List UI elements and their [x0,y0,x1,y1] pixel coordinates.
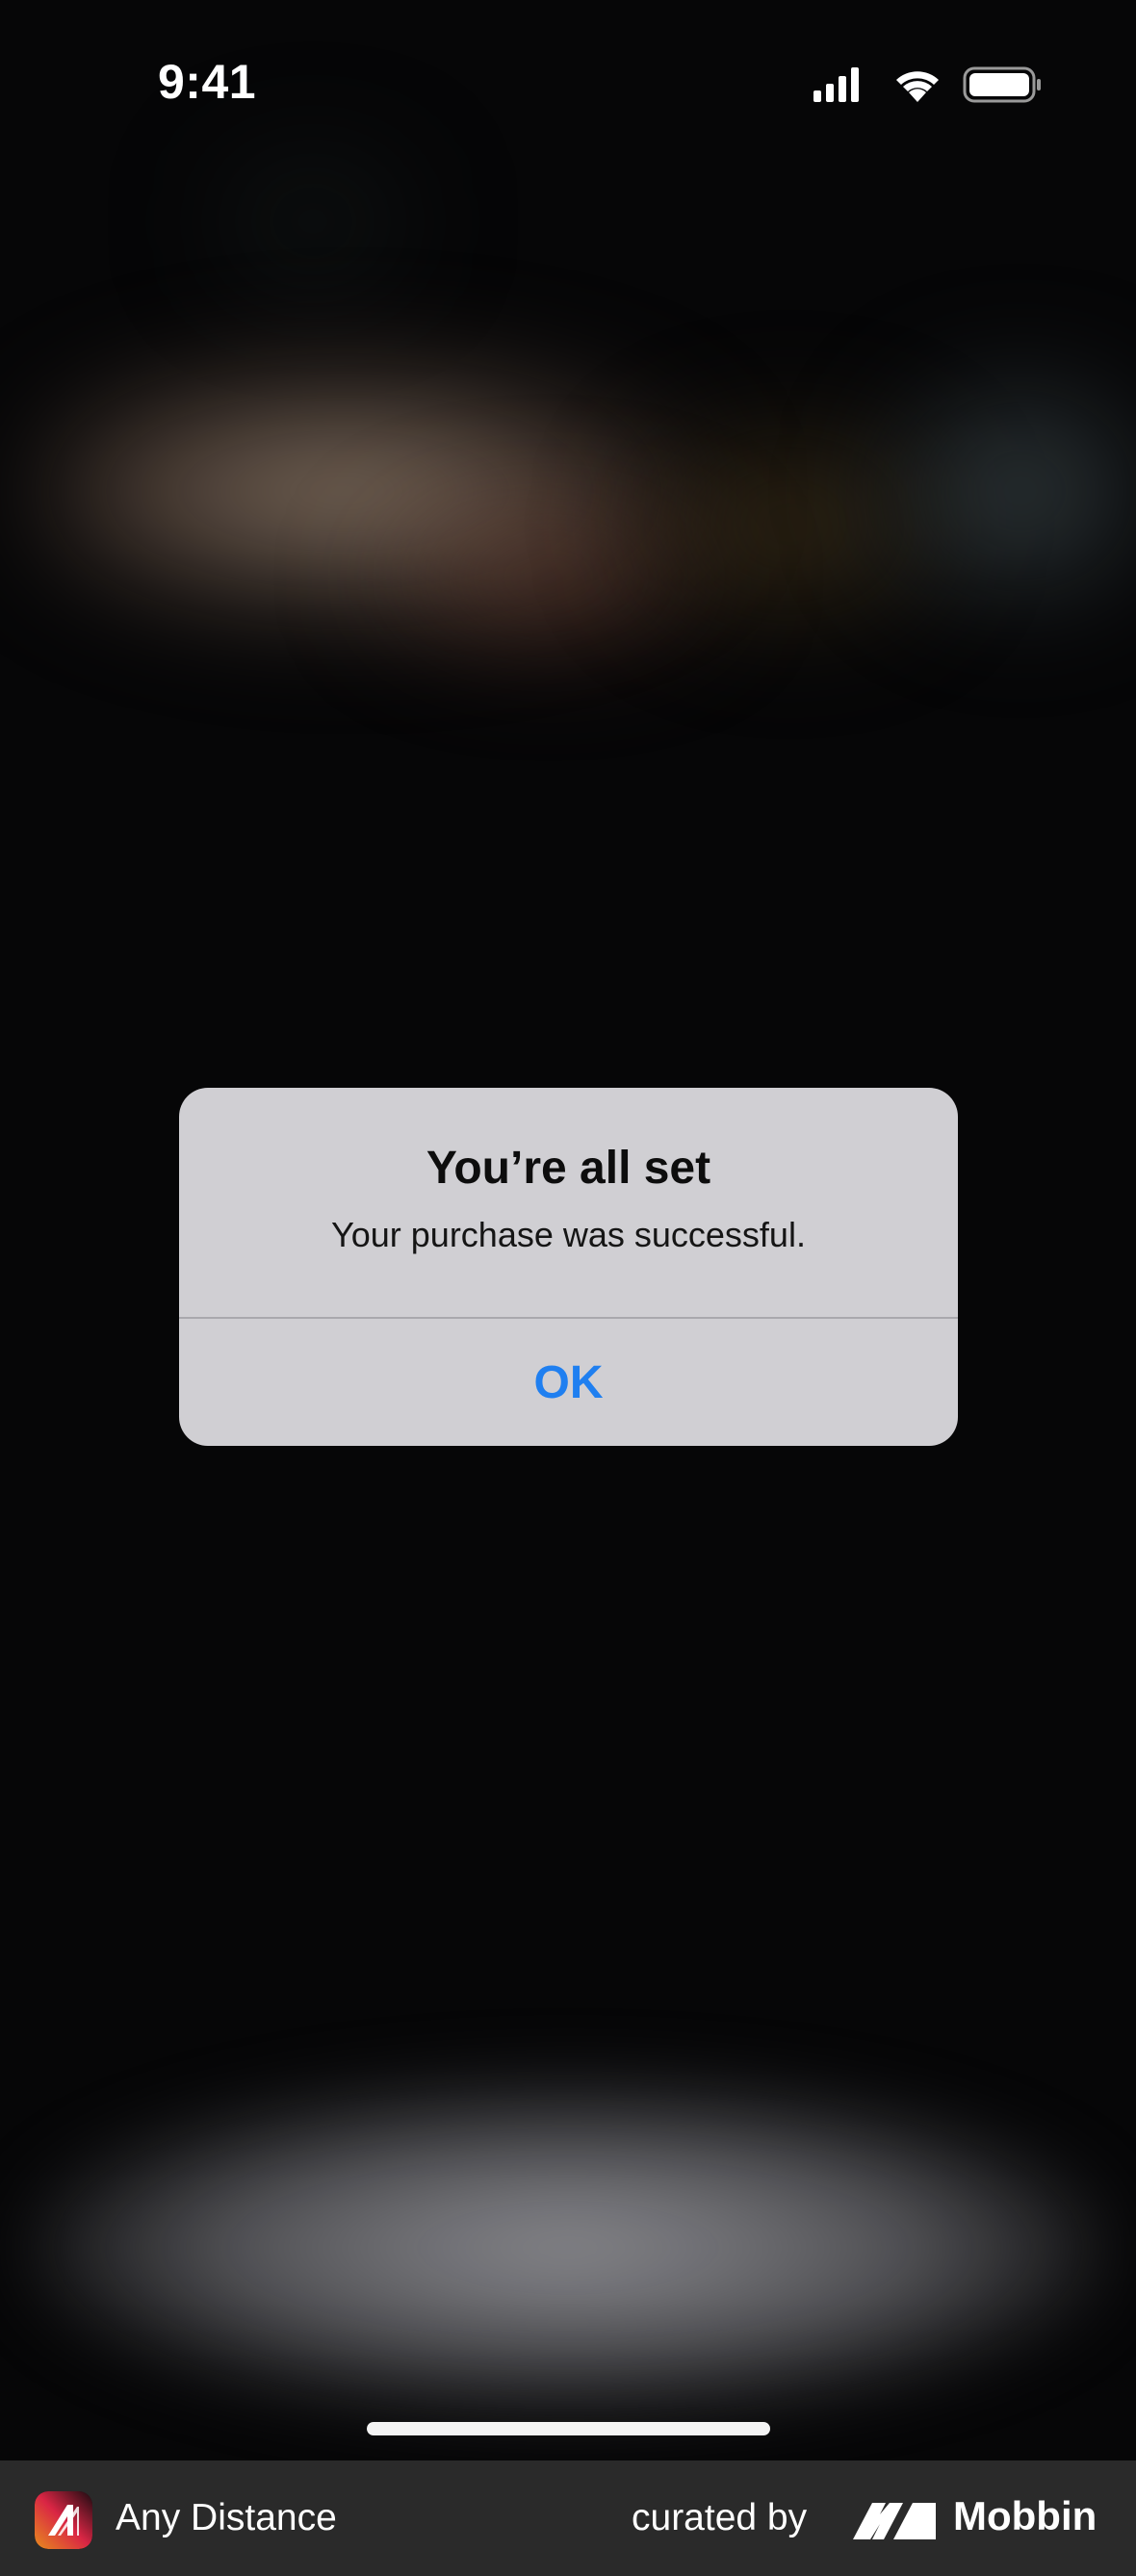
purchase-success-alert: You’re all set Your purchase was success… [179,1088,958,1446]
ok-button[interactable]: OK [179,1319,958,1446]
battery-icon [963,66,1041,103]
alert-message: Your purchase was successful. [331,1215,806,1254]
status-icons [813,66,1041,103]
background-blur [193,144,433,298]
any-distance-app-icon [35,2491,92,2549]
mobbin-logo-icon [853,2503,936,2539]
status-bar: 9:41 [0,0,1136,144]
cellular-signal-icon [813,67,859,102]
app-screen: 9:41 You’re all set Your purchase was su… [0,0,1136,2460]
background-blur [29,2089,1107,2407]
curated-by-label: curated by [632,2497,808,2538]
mobbin-brand-name: Mobbin [953,2493,1097,2538]
home-indicator[interactable] [367,2422,770,2435]
status-time: 9:41 [158,55,257,109]
alert-title: You’re all set [426,1143,711,1194]
app-name: Any Distance [116,2497,337,2538]
wifi-icon [896,71,939,102]
